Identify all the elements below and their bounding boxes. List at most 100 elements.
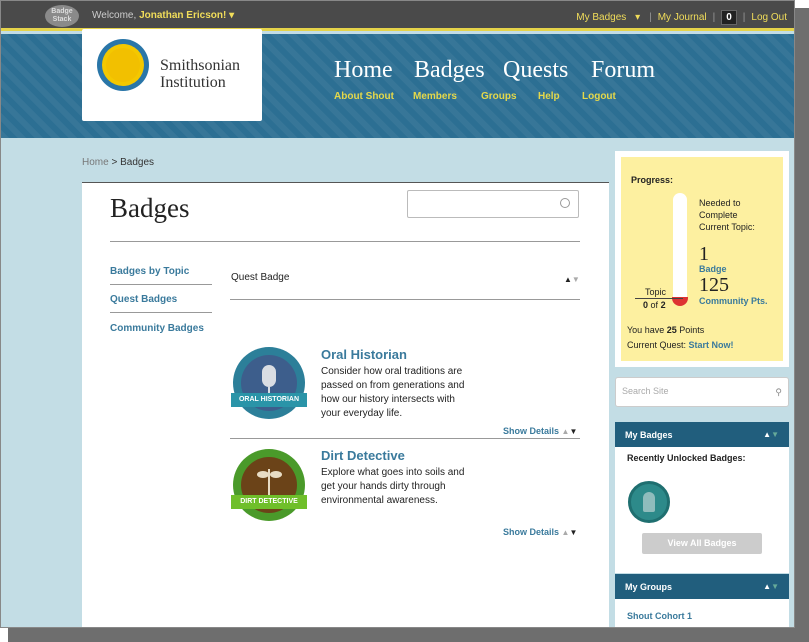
welcome-label: Welcome, [92, 10, 137, 21]
nav-home[interactable]: Home [334, 57, 393, 84]
show-details-label: Show Details [503, 527, 560, 537]
badge-ribbon: DIRT DETECTIVE [231, 495, 307, 509]
user-menu[interactable]: Jonathan Ericson! ▾ [139, 10, 234, 21]
search-icon[interactable] [560, 198, 570, 208]
my-badges-label: My Badges [576, 12, 627, 23]
points-prefix: You have [627, 325, 665, 335]
badge-ribbon: ORAL HISTORIAN [231, 393, 307, 407]
current-quest: Current Quest: Start Now! [627, 340, 734, 350]
logout-link[interactable]: Log Out [751, 12, 787, 23]
nav-badges[interactable]: Badges [414, 57, 485, 84]
top-bar: Badge Stack Welcome, Jonathan Ericson! ▾… [1, 1, 794, 31]
unlocked-badge-icon[interactable] [628, 481, 670, 523]
chevron-down-icon: ▾ [229, 10, 235, 21]
sidebar-item-badges-by-topic[interactable]: Badges by Topic [110, 266, 212, 285]
community-points-label[interactable]: Community Pts. [699, 296, 768, 306]
my-groups-panel: Shout Cohort 1 [615, 599, 789, 627]
points-value: 25 [666, 325, 677, 335]
breadcrumb: Home > Badges [82, 157, 154, 168]
progress-card: Progress: Needed to Complete Current Top… [621, 157, 783, 361]
my-badges-panel-header[interactable]: My Badges ▲▼ [615, 422, 789, 447]
topic-of: of [650, 300, 659, 310]
needed-label: Needed to Complete Current Topic: [699, 197, 755, 233]
chevron-down-icon: ▾ [635, 12, 641, 23]
badge-label[interactable]: Badge [699, 264, 727, 274]
logo-line-1: Smithsonian [160, 57, 241, 74]
recent-badges-label: Recently Unlocked Badges: [627, 453, 746, 463]
subnav-about-shout[interactable]: About Shout [334, 91, 394, 102]
my-groups-panel-header[interactable]: My Groups ▲▼ [615, 574, 789, 599]
sidebar-item-community-badges[interactable]: Community Badges [110, 323, 212, 341]
nav-quests[interactable]: Quests [503, 57, 568, 84]
breadcrumb-current: > Badges [111, 157, 155, 168]
group-link-shout-cohort-1[interactable]: Shout Cohort 1 [627, 611, 692, 621]
my-groups-title: My Groups [625, 582, 673, 592]
points-needed-count: 125 [699, 274, 729, 296]
dirt-detective-badge[interactable]: DIRT DETECTIVE [231, 449, 307, 521]
expand-toggle-icon: ▲▼ [561, 528, 578, 537]
page-shadow-bottom [8, 628, 809, 642]
points-suffix: Points [679, 325, 705, 335]
oral-historian-badge[interactable]: ORAL HISTORIAN [231, 347, 307, 419]
progress-panel: Progress: Needed to Complete Current Top… [615, 151, 789, 367]
section-header: Quest Badge [231, 272, 290, 283]
browser-page: Badge Stack Welcome, Jonathan Ericson! ▾… [0, 0, 795, 628]
sort-toggle-icon[interactable]: ▲▼ [564, 275, 580, 284]
page-title: Badges [110, 193, 190, 223]
subnav-groups[interactable]: Groups [481, 91, 517, 102]
smithsonian-wordmark: Smithsonian Institution [160, 57, 240, 91]
needed-line-2: Complete [699, 210, 738, 220]
progress-label: Progress: [631, 175, 674, 185]
view-all-badges-button[interactable]: View All Badges [642, 533, 762, 554]
my-badges-menu[interactable]: My Badges ▾ [573, 12, 643, 23]
badge-search-input[interactable] [407, 190, 579, 218]
topic-total: 2 [660, 300, 666, 310]
site-search-input[interactable]: Search Site ⚲ [615, 377, 789, 407]
person-icon [643, 492, 655, 512]
topic-divider [635, 298, 683, 299]
divider [110, 241, 580, 242]
progress-thermometer [673, 193, 687, 305]
my-badges-title: My Badges [625, 430, 673, 440]
sun-logo-icon [97, 39, 149, 91]
points-summary: You have 25 Points [627, 325, 704, 335]
right-sidebar: Progress: Needed to Complete Current Top… [615, 151, 789, 627]
site-search-placeholder: Search Site [622, 386, 669, 396]
notification-count[interactable]: 0 [721, 10, 737, 25]
user-name: Jonathan Ericson! [139, 10, 227, 21]
subnav-help[interactable]: Help [538, 91, 560, 102]
start-now-link[interactable]: Start Now! [689, 340, 734, 350]
subnav-members[interactable]: Members [413, 91, 457, 102]
needed-line-1: Needed to [699, 198, 741, 208]
subnav-logout[interactable]: Logout [582, 91, 616, 102]
divider [230, 299, 580, 300]
show-details-label: Show Details [503, 426, 560, 436]
main-content: Badges Badges by Topic Quest Badges Comm… [82, 182, 609, 627]
sidebar-item-quest-badges[interactable]: Quest Badges [110, 294, 212, 313]
my-badges-panel: Recently Unlocked Badges: View All Badge… [615, 447, 789, 573]
topic-label: Topic [645, 287, 667, 297]
collapse-toggle-icon[interactable]: ▲▼ [763, 582, 779, 591]
badge-description: Consider how oral traditions are passed … [321, 366, 465, 419]
show-details-button[interactable]: Show Details ▲▼ [503, 426, 577, 436]
topic-done: 0 [643, 300, 649, 310]
nav-forum[interactable]: Forum [591, 57, 655, 84]
collapse-toggle-icon[interactable]: ▲▼ [763, 430, 779, 439]
badge-stack-logo[interactable]: Badge Stack [45, 5, 79, 27]
divider [230, 438, 580, 439]
top-right-links: My Badges ▾ | My Journal | 0 | Log Out [570, 10, 790, 25]
search-icon[interactable]: ⚲ [775, 387, 782, 398]
badge-description: Explore what goes into soils and get you… [321, 467, 465, 506]
logo-line-2: Institution [160, 74, 226, 91]
my-journal-link[interactable]: My Journal [658, 12, 707, 23]
breadcrumb-home[interactable]: Home [82, 157, 109, 168]
quest-prefix: Current Quest: [627, 340, 687, 350]
topic-count: 0 of 2 [643, 300, 666, 310]
badge-title-oral-historian[interactable]: Oral Historian [321, 347, 407, 362]
expand-toggle-icon: ▲▼ [561, 427, 578, 436]
show-details-button[interactable]: Show Details ▲▼ [503, 527, 577, 537]
needed-line-3: Current Topic: [699, 222, 755, 232]
badge-title-dirt-detective[interactable]: Dirt Detective [321, 448, 405, 463]
welcome-message: Welcome, Jonathan Ericson! ▾ [92, 10, 234, 21]
badges-needed-count: 1 [699, 243, 709, 265]
